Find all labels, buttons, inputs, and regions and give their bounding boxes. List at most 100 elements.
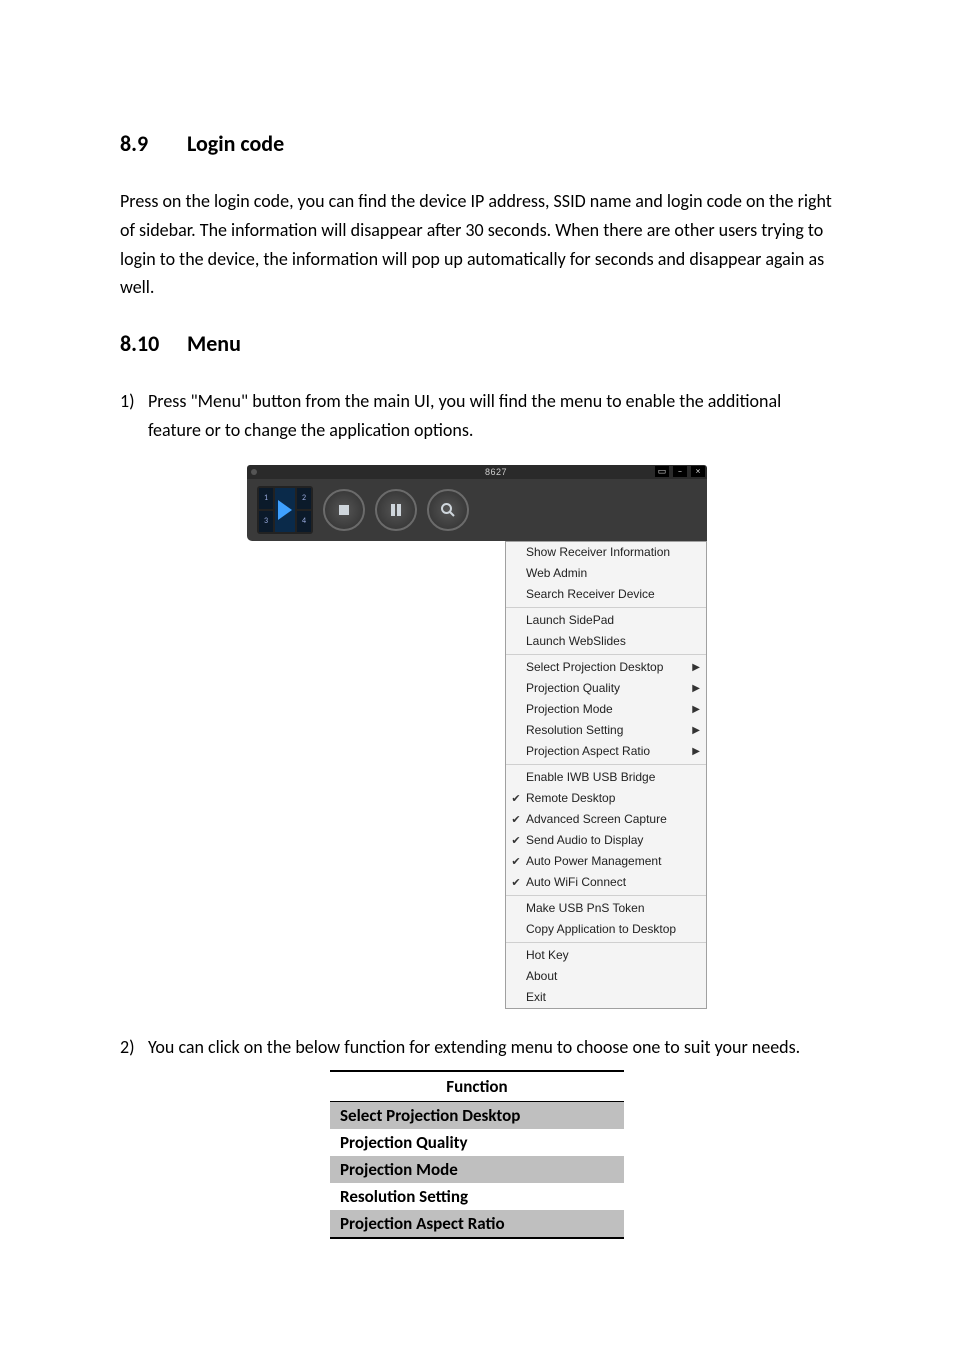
close-button[interactable]: × (691, 466, 705, 477)
search-button[interactable] (427, 489, 469, 531)
function-cell: Projection Aspect Ratio (330, 1210, 624, 1238)
screenshot-figure: 8627 ▭ – × 1 2 3 4 (247, 465, 707, 1009)
function-cell: Projection Mode (330, 1156, 624, 1183)
menu-item-label: About (526, 969, 688, 983)
menu-item[interactable]: ✔Remote Desktop (506, 788, 706, 809)
quadrant-2[interactable]: 2 (297, 488, 311, 509)
submenu-arrow-icon: ▶ (688, 704, 700, 715)
submenu-arrow-icon: ▶ (688, 662, 700, 673)
table-row: Projection Aspect Ratio (330, 1210, 624, 1238)
menu-item[interactable]: Enable IWB USB Bridge (506, 767, 706, 788)
menu-item-label: Remote Desktop (526, 791, 688, 805)
list-text: You can click on the below function for … (148, 1036, 800, 1058)
table-row: Select Projection Desktop (330, 1101, 624, 1129)
submenu-arrow-icon: ▶ (688, 683, 700, 694)
check-icon: ✔ (506, 855, 526, 868)
menu-item[interactable]: Projection Mode▶ (506, 699, 706, 720)
menu-item-label: Web Admin (526, 566, 688, 580)
menu-item[interactable]: Projection Quality▶ (506, 678, 706, 699)
check-icon: ✔ (506, 876, 526, 889)
quadrant-4[interactable]: 4 (297, 511, 311, 532)
menu-item-label: Exit (526, 990, 688, 1004)
menu-item-label: Launch SidePad (526, 613, 688, 627)
titlebar-dot-icon (251, 469, 257, 475)
table-row: Projection Quality (330, 1129, 624, 1156)
menu-separator (506, 764, 706, 765)
list-marker: 1) (120, 387, 148, 416)
menu-item[interactable]: Launch WebSlides (506, 631, 706, 652)
menu-item[interactable]: ✔Advanced Screen Capture (506, 809, 706, 830)
heading-title: Login code (187, 130, 284, 157)
menu-button-icon[interactable]: ▭ (655, 466, 669, 477)
menu-item-label: Search Receiver Device (526, 587, 688, 601)
quadrant-1[interactable]: 1 (259, 488, 273, 509)
menu-item-label: Projection Quality (526, 681, 688, 695)
heading-number: 8.10 (120, 330, 182, 357)
menu-item[interactable]: Hot Key (506, 945, 706, 966)
menu-item[interactable]: Exit (506, 987, 706, 1008)
submenu-arrow-icon: ▶ (688, 725, 700, 736)
menu-item-label: Hot Key (526, 948, 688, 962)
menu-item[interactable]: Copy Application to Desktop (506, 919, 706, 940)
list-item: 1)Press "Menu" button from the main UI, … (120, 387, 834, 445)
menu-item[interactable]: Launch SidePad (506, 610, 706, 631)
menu-item[interactable]: ✔Auto WiFi Connect (506, 872, 706, 893)
function-cell: Select Projection Desktop (330, 1101, 624, 1129)
menu-item[interactable]: Web Admin (506, 563, 706, 584)
menu-item-label: Auto WiFi Connect (526, 875, 688, 889)
pause-icon (387, 501, 405, 519)
menu-item[interactable]: ✔Auto Power Management (506, 851, 706, 872)
menu-item-label: Copy Application to Desktop (526, 922, 688, 936)
quadrant-3[interactable]: 3 (259, 511, 273, 532)
menu-item-label: Projection Mode (526, 702, 688, 716)
titlebar: 8627 ▭ – × (247, 465, 707, 479)
menu-item[interactable]: Resolution Setting▶ (506, 720, 706, 741)
list-marker: 2) (120, 1033, 148, 1062)
stop-icon (335, 501, 353, 519)
menu-item-label: Resolution Setting (526, 723, 688, 737)
pause-button[interactable] (375, 489, 417, 531)
check-icon: ✔ (506, 792, 526, 805)
app-body: 1 2 3 4 (247, 479, 707, 541)
table-row: Resolution Setting (330, 1183, 624, 1210)
login-code-label[interactable]: 8627 (485, 467, 507, 477)
menu-separator (506, 654, 706, 655)
quadrant-play-button[interactable]: 1 2 3 4 (257, 486, 313, 534)
function-cell: Resolution Setting (330, 1183, 624, 1210)
minimize-button[interactable]: – (673, 466, 687, 477)
menu-item-label: Advanced Screen Capture (526, 812, 688, 826)
play-icon[interactable] (275, 488, 295, 532)
check-icon: ✔ (506, 813, 526, 826)
menu-separator (506, 942, 706, 943)
menu-item[interactable]: Show Receiver Information (506, 542, 706, 563)
function-header: Function (330, 1071, 624, 1102)
menu-item[interactable]: Projection Aspect Ratio▶ (506, 741, 706, 762)
menu-item[interactable]: ✔Send Audio to Display (506, 830, 706, 851)
heading-title: Menu (187, 330, 241, 357)
check-icon: ✔ (506, 834, 526, 847)
table-row: Projection Mode (330, 1156, 624, 1183)
stop-button[interactable] (323, 489, 365, 531)
paragraph-login-code: Press on the login code, you can find th… (120, 187, 834, 302)
menu-item-label: Enable IWB USB Bridge (526, 770, 688, 784)
context-menu: Show Receiver Information Web Admin Search… (505, 541, 707, 1009)
function-table: Function Select Projection DesktopProjec… (330, 1070, 624, 1239)
document-page: 8.9 Login code Press on the login code, … (0, 0, 954, 1351)
menu-item-label: Select Projection Desktop (526, 660, 688, 674)
submenu-arrow-icon: ▶ (688, 746, 700, 757)
menu-item-label: Send Audio to Display (526, 833, 688, 847)
list-text: Press "Menu" button from the main UI, yo… (148, 390, 781, 441)
heading-8-9: 8.9 Login code (120, 130, 834, 157)
menu-item[interactable]: Make USB PnS Token (506, 898, 706, 919)
menu-item-label: Show Receiver Information (526, 545, 688, 559)
heading-number: 8.9 (120, 130, 182, 157)
menu-separator (506, 607, 706, 608)
heading-8-10: 8.10 Menu (120, 330, 834, 357)
search-icon (439, 501, 457, 519)
list-item: 2)You can click on the below function fo… (120, 1033, 834, 1062)
app-window: 8627 ▭ – × 1 2 3 4 (247, 465, 707, 541)
menu-separator (506, 895, 706, 896)
menu-item[interactable]: Search Receiver Device (506, 584, 706, 605)
menu-item[interactable]: About (506, 966, 706, 987)
menu-item[interactable]: Select Projection Desktop▶ (506, 657, 706, 678)
